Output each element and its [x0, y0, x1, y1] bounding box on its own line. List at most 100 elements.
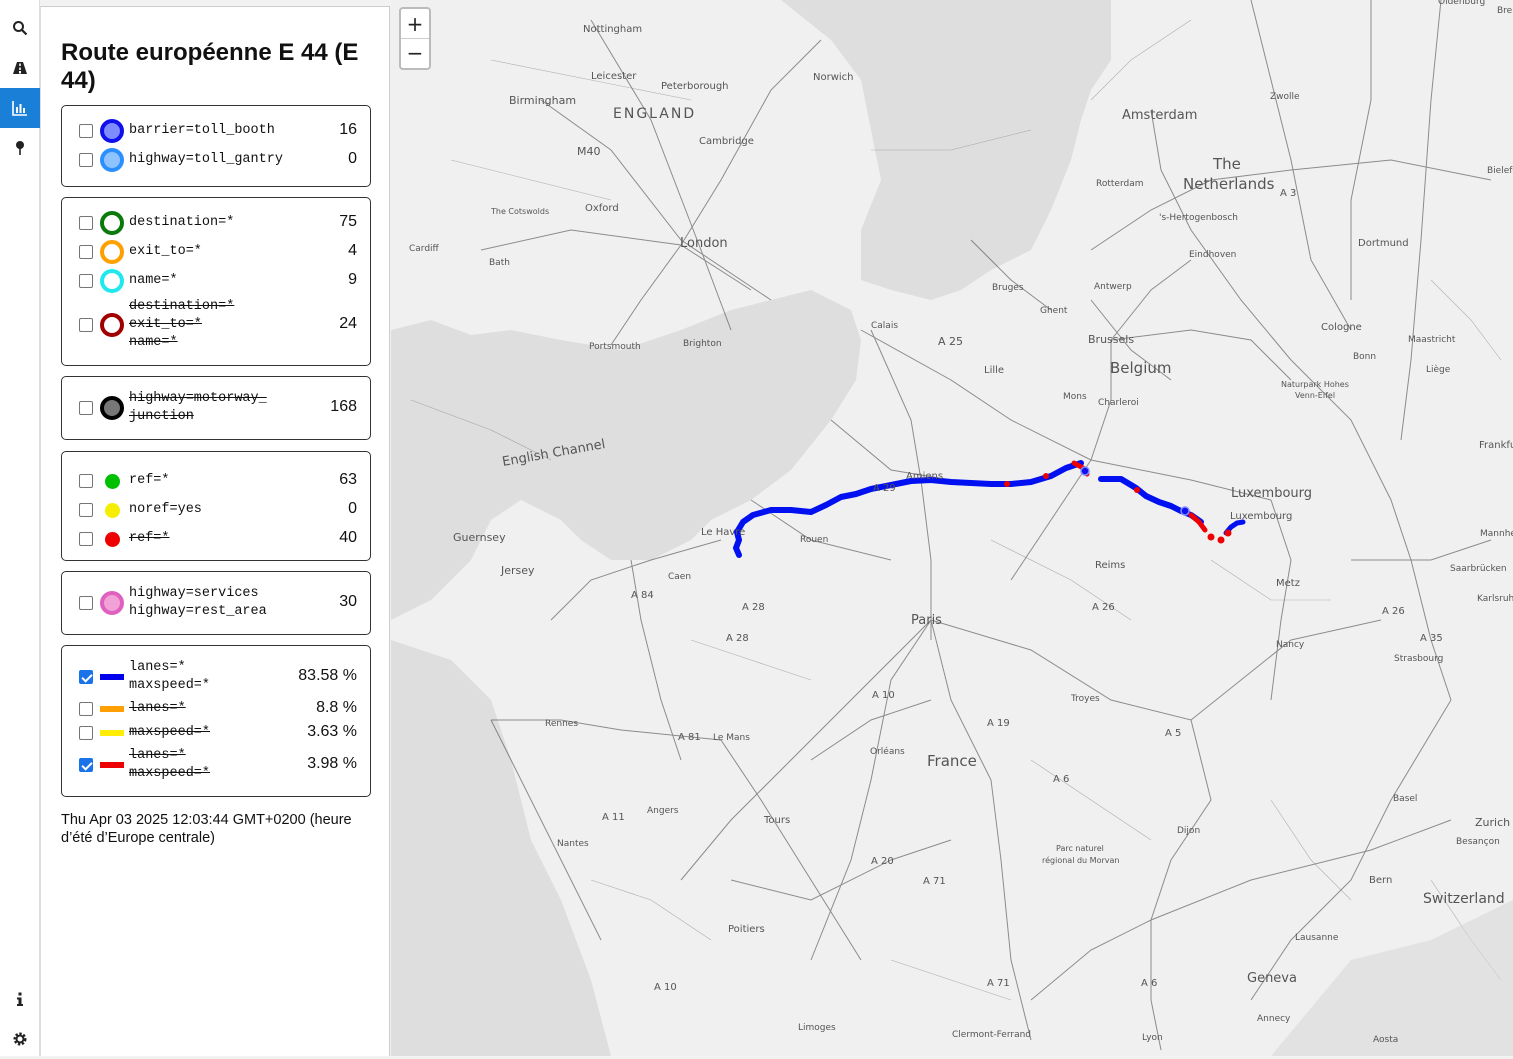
settings-icon[interactable] — [0, 1019, 40, 1059]
map-label: Luxembourg — [1230, 511, 1292, 522]
map-label: A 6 — [1053, 774, 1069, 785]
map-label: Guernsey — [453, 531, 506, 544]
legend-label: destination=* exit_to=* name=* — [129, 299, 235, 350]
legend-count: 4 — [348, 242, 357, 259]
legend-group: barrier=toll_booth 16 highway=toll_gantry 0 — [61, 105, 371, 187]
map-label: Bielefeld — [1487, 166, 1513, 176]
map-label: Lyon — [1142, 1033, 1163, 1043]
map-label: Charleroi — [1098, 398, 1139, 408]
map-label: Dijon — [1177, 826, 1200, 836]
timestamp: Thu Apr 03 2025 12:03:44 GMT+0200 (heure… — [61, 812, 352, 846]
map-label: Oxford — [585, 203, 619, 214]
zoom-in-button[interactable]: + — [401, 9, 429, 38]
legend-count: 0 — [348, 500, 357, 517]
map-label: 's-Hertogenbosch — [1159, 213, 1238, 223]
legend-checkbox[interactable] — [79, 532, 93, 546]
search-icon[interactable] — [0, 8, 40, 48]
map-label: A 10 — [872, 690, 895, 701]
map-label: Reims — [1095, 560, 1125, 571]
legend-label: maxspeed=* — [129, 725, 211, 740]
legend-count: 8.8 % — [316, 699, 357, 716]
map-label: Belgium — [1110, 359, 1172, 377]
map-label: Venn-Eifel — [1295, 391, 1335, 400]
legend-checkbox[interactable] — [79, 216, 93, 230]
legend-label: name=* — [129, 273, 178, 288]
map-label: Lille — [984, 365, 1004, 376]
map-canvas[interactable]: Nottingham Leicester Peterborough Norwich Bi… — [391, 0, 1513, 1056]
map-label: The — [1212, 155, 1241, 173]
legend-count: 3.63 % — [307, 723, 357, 740]
map-label: France — [927, 752, 977, 770]
legend-checkbox[interactable] — [79, 245, 93, 259]
legend-checkbox[interactable] — [79, 503, 93, 517]
map-label: Aosta — [1373, 1035, 1398, 1045]
legend-checkbox[interactable] — [79, 318, 93, 332]
legend-checkbox[interactable] — [79, 124, 93, 138]
map-label: Cambridge — [699, 136, 754, 147]
legend-group: highway=motorway_ junction 168 — [61, 376, 371, 440]
map-label: Paris — [911, 613, 942, 628]
map-label: Leicester — [591, 71, 637, 82]
map-label: Le Havre — [701, 527, 745, 538]
legend-marker-icon — [100, 396, 124, 420]
road-icon[interactable] — [0, 48, 40, 88]
legend-label: exit_to=* — [129, 244, 202, 259]
map-label: A 10 — [654, 982, 677, 993]
map-label: A 35 — [1420, 633, 1443, 644]
map-label: Brussels — [1088, 333, 1134, 346]
map-label: Zurich — [1475, 816, 1510, 829]
legend-checkbox[interactable] — [79, 153, 93, 167]
legend-count: 63 — [339, 471, 357, 488]
legend-count: 16 — [339, 121, 357, 138]
legend-label: ref=* — [129, 473, 170, 488]
map-label: Birmingham — [509, 94, 576, 107]
map[interactable]: Nottingham Leicester Peterborough Norwich Bi… — [391, 0, 1513, 1056]
pin-icon[interactable] — [0, 128, 40, 168]
map-label: Troyes — [1070, 694, 1100, 704]
legend-group: highway=services highway=rest_area 30 — [61, 571, 371, 635]
legend-checkbox[interactable] — [79, 401, 93, 415]
map-label: A 26 — [1382, 606, 1405, 617]
legend-marker-icon — [100, 313, 124, 337]
legend-marker-icon — [100, 269, 124, 293]
legend-checkbox[interactable] — [79, 274, 93, 288]
legend-line-icon — [100, 762, 124, 768]
map-label: Calais — [871, 321, 898, 331]
map-label: A 20 — [871, 856, 894, 867]
legend-group: destination=* 75 exit_to=* 4 name=* 9 destinat… — [61, 197, 371, 366]
legend-checkbox[interactable] — [79, 702, 93, 716]
map-label: Rennes — [545, 719, 578, 729]
map-label: régional du Morvan — [1042, 855, 1119, 865]
map-label: A 28 — [726, 633, 749, 644]
legend-checkbox[interactable] — [79, 726, 93, 740]
legend-checkbox[interactable] — [79, 758, 93, 772]
legend-checkbox[interactable] — [79, 474, 93, 488]
legend-checkbox[interactable] — [79, 596, 93, 610]
map-label: The Cotswolds — [490, 207, 549, 216]
map-label: Portsmouth — [589, 342, 641, 352]
map-label: Antwerp — [1094, 282, 1132, 292]
map-label: Naturpark Hohes — [1281, 380, 1349, 389]
map-label: Basel — [1393, 794, 1417, 804]
map-label: Le Mans — [713, 733, 750, 743]
legend-label: lanes=* maxspeed=* — [129, 660, 211, 693]
legend-label: noref=yes — [129, 502, 202, 517]
map-label: Annecy — [1257, 1014, 1291, 1024]
legend-marker-icon — [100, 148, 124, 172]
map-label: A 28 — [742, 602, 765, 613]
legend-count: 40 — [339, 529, 357, 546]
legend-checkbox[interactable] — [79, 670, 93, 684]
map-label: Dortmund — [1358, 238, 1409, 249]
zoom-out-button[interactable]: − — [401, 38, 429, 67]
map-label: Rouen — [800, 535, 828, 545]
map-label: A 71 — [923, 876, 946, 887]
map-label: A 84 — [631, 590, 654, 601]
map-label: Lausanne — [1295, 933, 1339, 943]
map-label: Angers — [647, 806, 679, 816]
map-label: A 6 — [1141, 978, 1157, 989]
chart-icon[interactable] — [0, 88, 40, 128]
info-icon[interactable] — [0, 979, 40, 1019]
map-label: Mannheim — [1480, 529, 1513, 539]
map-label: Tours — [763, 815, 790, 826]
map-label: Liège — [1426, 364, 1451, 375]
